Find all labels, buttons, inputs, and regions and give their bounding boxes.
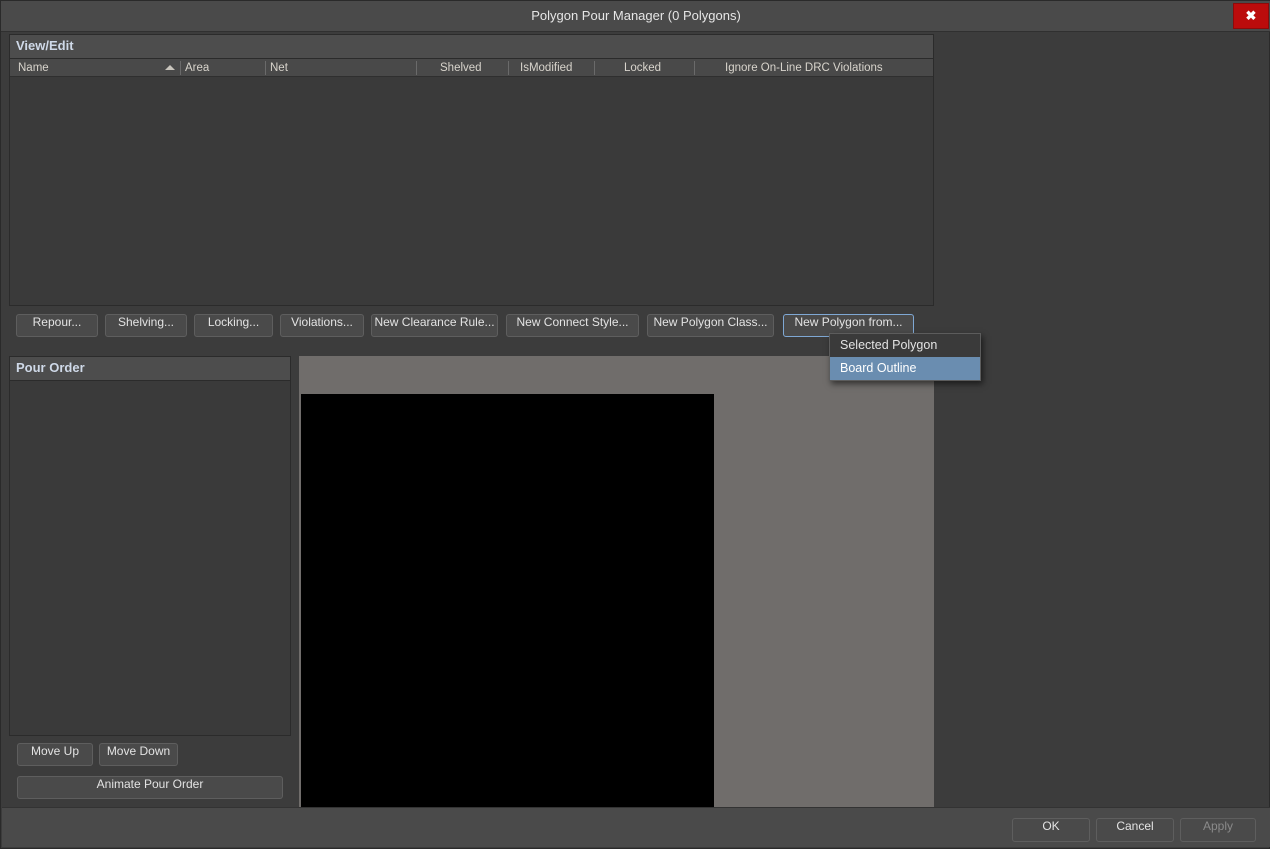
column-header-ignore-drc[interactable]: Ignore On-Line DRC Violations [725,59,883,77]
animate-pour-order-button[interactable]: Animate Pour Order [17,776,283,799]
new-polygon-from-dropdown-menu: Selected Polygon Board Outline [829,333,981,381]
column-divider[interactable] [508,61,509,75]
column-divider[interactable] [694,61,695,75]
column-header-ismodified[interactable]: IsModified [520,59,572,77]
board-outline-shape [301,394,714,808]
titlebar: Polygon Pour Manager (0 Polygons) ✖ [1,1,1270,32]
pour-order-list[interactable] [10,381,290,735]
column-divider[interactable] [265,61,266,75]
close-icon[interactable]: ✖ [1233,3,1269,29]
view-edit-title: View/Edit [16,38,74,53]
column-header-net[interactable]: Net [270,59,288,77]
move-down-button[interactable]: Move Down [99,743,178,766]
cancel-button[interactable]: Cancel [1096,818,1174,842]
new-connect-style-button[interactable]: New Connect Style... [506,314,639,337]
new-polygon-class-button[interactable]: New Polygon Class... [647,314,774,337]
shelving-button[interactable]: Shelving... [105,314,187,337]
view-edit-header: View/Edit [10,35,933,59]
pour-order-panel: Pour Order [9,356,291,736]
column-divider[interactable] [594,61,595,75]
locking-button[interactable]: Locking... [194,314,273,337]
ok-button[interactable]: OK [1012,818,1090,842]
view-edit-panel: View/Edit Name Area Net Shelved IsModifi… [9,34,934,306]
polygon-table-header: Name Area Net Shelved IsModified Locked … [10,59,933,77]
menu-item-selected-polygon[interactable]: Selected Polygon [830,334,980,357]
polygon-pour-manager-window: Polygon Pour Manager (0 Polygons) ✖ View… [0,0,1270,849]
move-up-button[interactable]: Move Up [17,743,93,766]
column-header-area[interactable]: Area [185,59,209,77]
column-header-shelved[interactable]: Shelved [440,59,482,77]
sort-ascending-icon [165,65,175,70]
pour-order-header: Pour Order [10,357,290,381]
column-header-locked[interactable]: Locked [624,59,661,77]
repour-button[interactable]: Repour... [16,314,98,337]
window-title: Polygon Pour Manager (0 Polygons) [531,8,741,23]
new-clearance-rule-button[interactable]: New Clearance Rule... [371,314,498,337]
column-divider[interactable] [180,61,181,75]
pour-order-title: Pour Order [16,360,85,375]
violations-button[interactable]: Violations... [280,314,364,337]
column-divider[interactable] [416,61,417,75]
polygon-table-body[interactable] [10,77,933,305]
column-header-name[interactable]: Name [18,59,49,77]
board-preview-canvas[interactable] [299,356,934,809]
apply-button: Apply [1180,818,1256,842]
menu-item-board-outline[interactable]: Board Outline [830,357,980,380]
